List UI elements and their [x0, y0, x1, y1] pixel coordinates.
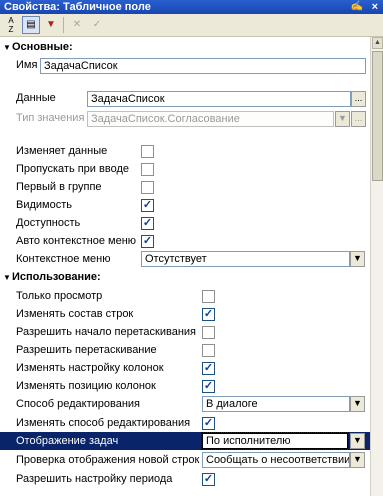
usage-row: Разрешить начало перетаскивания	[0, 323, 370, 341]
flag-checkbox[interactable]: ✓	[141, 235, 154, 248]
flag-label: Авто контекстное меню	[16, 235, 137, 247]
row-change-edit-mode: Изменять способ редактирования ✓	[0, 414, 370, 432]
edit-mode-select[interactable]: В диалоге	[202, 396, 350, 412]
data-select-button[interactable]: ...	[351, 91, 366, 107]
chevron-down-icon[interactable]: ▼	[350, 396, 365, 412]
usage-row: Разрешить перетаскивание	[0, 341, 370, 359]
period-setting-checkbox[interactable]: ✓	[202, 473, 215, 486]
data-input[interactable]: ЗадачаСписок	[87, 91, 351, 107]
usage-label: Разрешить перетаскивание	[16, 344, 157, 356]
flag-checkbox[interactable]	[141, 163, 154, 176]
row-new-rows-check: Проверка отображения новой строк Сообщат…	[0, 451, 370, 469]
edit-mode-label: Способ редактирования	[16, 398, 141, 410]
chevron-down-icon[interactable]: ▼	[350, 251, 365, 267]
type-dropdown-icon[interactable]: ▼	[335, 111, 350, 127]
new-rows-check-select[interactable]: Сообщать о несоответствии	[202, 452, 350, 468]
usage-label: Изменять позицию колонок	[16, 380, 156, 392]
task-display-label: Отображение задач	[16, 435, 119, 447]
flag-row: Пропускать при вводе	[0, 160, 370, 178]
flag-label: Первый в группе	[16, 181, 102, 193]
usage-checkbox[interactable]	[202, 344, 215, 357]
row-period-setting: Разрешить настройку периода ✓	[0, 470, 370, 488]
period-setting-label: Разрешить настройку периода	[16, 473, 173, 485]
data-label: Данные	[16, 92, 56, 104]
window-title: Свойства: Табличное поле	[4, 1, 151, 13]
vertical-scrollbar[interactable]: ▲	[370, 37, 383, 496]
chevron-down-icon[interactable]: ▼	[350, 433, 365, 449]
type-label: Тип значения	[16, 112, 85, 124]
delete-icon[interactable]: ✕	[68, 16, 86, 34]
check-icon[interactable]: ✓	[88, 16, 106, 34]
flag-checkbox[interactable]: ✓	[141, 217, 154, 230]
sort-az-icon[interactable]: AZ	[2, 16, 20, 34]
type-input[interactable]: ЗадачаСписок.Согласование	[87, 111, 334, 127]
scroll-thumb[interactable]	[372, 51, 383, 181]
name-input[interactable]: ЗадачаСписок	[40, 58, 366, 74]
flag-label: Пропускать при вводе	[16, 163, 129, 175]
filter-icon[interactable]: ▼	[42, 16, 60, 34]
toolbar: AZ ▤ ▼ ✕ ✓	[0, 14, 383, 37]
pin-icon[interactable]: ✍	[351, 0, 363, 14]
row-name: Имя ЗадачаСписок	[0, 56, 370, 74]
usage-checkbox[interactable]	[202, 326, 215, 339]
usage-row: Изменять настройку колонок ✓	[0, 359, 370, 377]
usage-label: Изменять состав строк	[16, 308, 134, 320]
usage-row: Только просмотр	[0, 287, 370, 305]
collapse-icon[interactable]: ▼	[3, 270, 11, 285]
flag-label: Доступность	[16, 217, 81, 229]
usage-label: Разрешить начало перетаскивания	[16, 326, 197, 338]
chevron-down-icon[interactable]: ▼	[350, 452, 365, 468]
name-label: Имя	[16, 59, 38, 71]
row-context-menu: Контекстное меню Отсутствует ▼	[0, 250, 370, 268]
change-edit-mode-label: Изменять способ редактирования	[16, 417, 191, 429]
usage-row: Изменять состав строк ✓	[0, 305, 370, 323]
flag-row: Первый в группе	[0, 178, 370, 196]
title-bar: Свойства: Табличное поле ✍ ×	[0, 0, 383, 14]
flag-checkbox[interactable]	[141, 181, 154, 194]
section-basic[interactable]: ▼ Основные:	[0, 40, 370, 55]
task-display-select[interactable]: По исполнителю	[201, 432, 349, 450]
row-type: Тип значения ЗадачаСписок.Согласование ▼…	[0, 109, 370, 127]
section-usage[interactable]: ▼ Использование:	[0, 270, 370, 285]
usage-label: Только просмотр	[16, 290, 103, 302]
change-edit-mode-checkbox[interactable]: ✓	[202, 417, 215, 430]
flag-label: Видимость	[16, 199, 72, 211]
usage-label: Изменять настройку колонок	[16, 362, 164, 374]
close-icon[interactable]: ×	[372, 0, 378, 14]
flag-row: Видимость ✓	[0, 196, 370, 214]
section-title: Использование:	[12, 271, 101, 283]
row-task-display[interactable]: Отображение задач По исполнителю ▼	[0, 432, 370, 450]
usage-checkbox[interactable]: ✓	[202, 380, 215, 393]
flag-checkbox[interactable]	[141, 145, 154, 158]
collapse-icon[interactable]: ▼	[3, 40, 11, 55]
flag-label: Изменяет данные	[16, 145, 108, 157]
flag-row: Авто контекстное меню ✓	[0, 232, 370, 250]
row-edit-mode: Способ редактирования В диалоге ▼	[0, 395, 370, 413]
flag-row: Изменяет данные	[0, 142, 370, 160]
flag-row: Доступность ✓	[0, 214, 370, 232]
section-title: Основные:	[12, 41, 73, 53]
usage-checkbox[interactable]	[202, 290, 215, 303]
properties-grid: ▼ Основные: Имя ЗадачаСписок Данные Зада…	[0, 37, 370, 496]
categories-icon[interactable]: ▤	[22, 16, 40, 34]
toolbar-separator	[63, 17, 64, 33]
usage-row: Изменять позицию колонок ✓	[0, 377, 370, 395]
new-rows-check-label: Проверка отображения новой строк	[16, 454, 200, 466]
context-menu-label: Контекстное меню	[16, 253, 111, 265]
usage-checkbox[interactable]: ✓	[202, 308, 215, 321]
usage-checkbox[interactable]: ✓	[202, 362, 215, 375]
scroll-up-icon[interactable]: ▲	[372, 37, 383, 49]
context-menu-select[interactable]: Отсутствует	[141, 251, 350, 267]
flag-checkbox[interactable]: ✓	[141, 199, 154, 212]
type-select-button[interactable]: ...	[351, 111, 366, 127]
row-data: Данные ЗадачаСписок ...	[0, 89, 370, 107]
